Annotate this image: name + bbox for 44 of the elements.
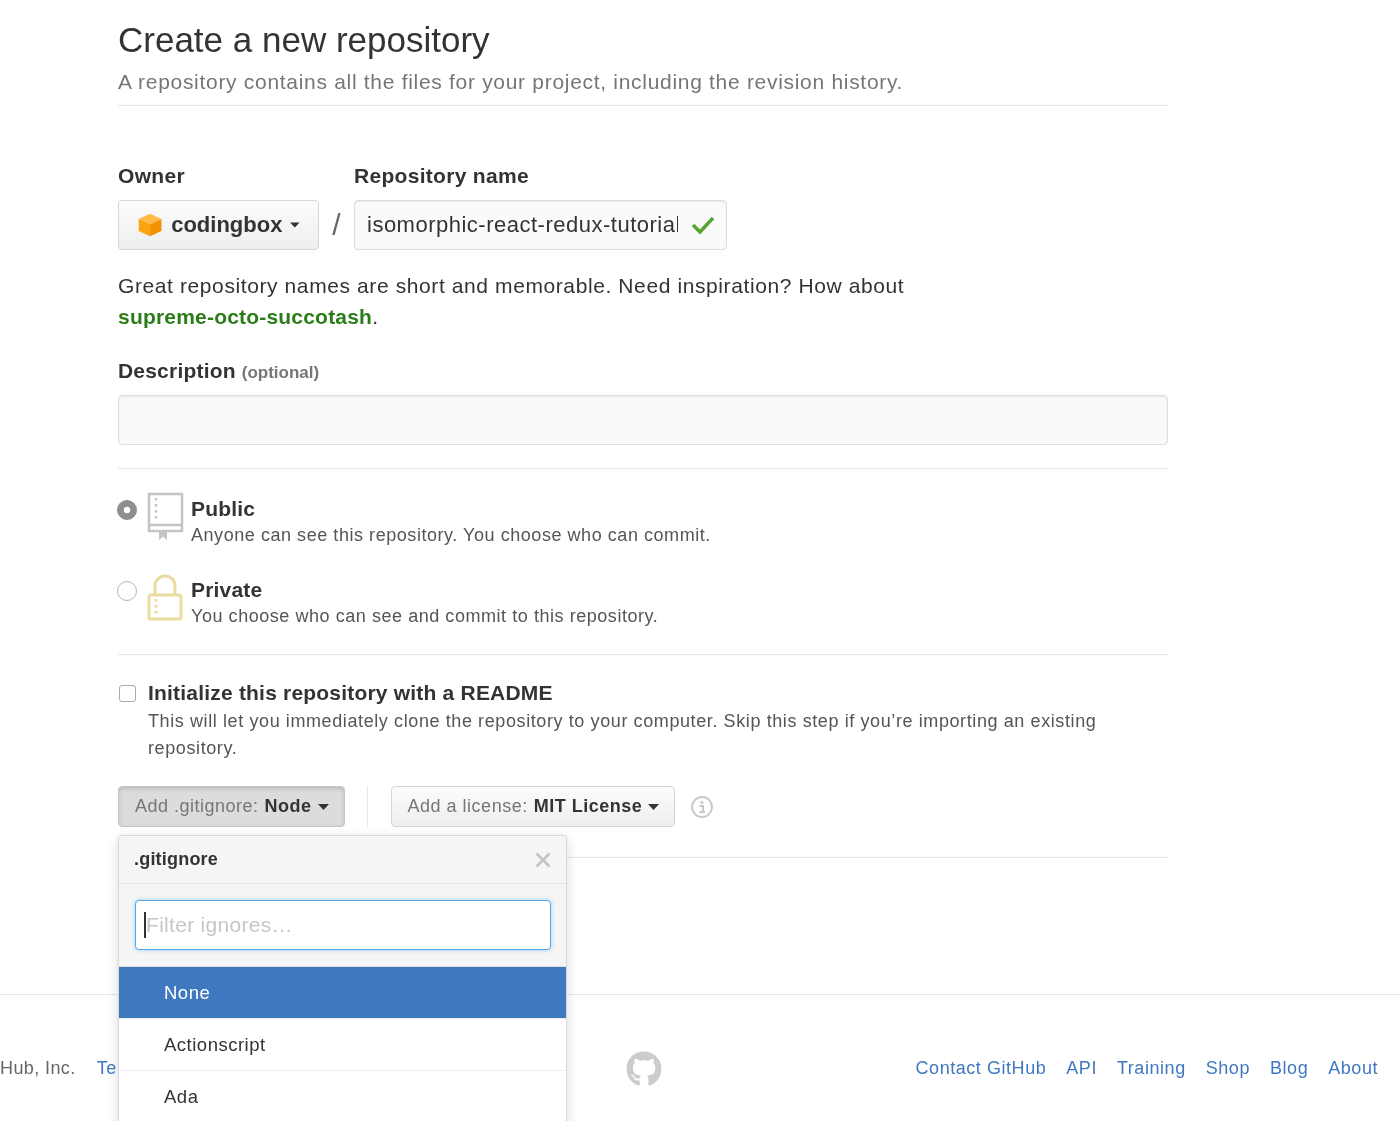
option-title: Private — [191, 577, 263, 603]
filter-field[interactable]: Filter ignores… — [135, 900, 551, 950]
book-icon — [147, 492, 184, 540]
menu-item[interactable]: Ada — [119, 1071, 566, 1121]
info-icon[interactable] — [691, 795, 714, 818]
option-title: Public — [191, 496, 256, 522]
radio-button[interactable] — [117, 581, 137, 601]
readme-label: Initialize this repository with a README — [148, 680, 553, 706]
name-hint-text: Great repository names are short and memorable. Need inspiration? How about supreme-octo-succotash. — [118, 273, 906, 330]
repository-name-label: Repository name — [354, 163, 529, 189]
caret-icon — [317, 803, 329, 810]
menu-item[interactable]: None — [119, 967, 566, 1019]
lock-icon — [147, 573, 183, 621]
caret-icon — [648, 803, 660, 810]
footer-link[interactable]: About — [1328, 1058, 1378, 1079]
copyright-text: Hub, Inc. — [0, 1058, 76, 1079]
page-title: Create a new repository — [118, 19, 491, 61]
footer-link[interactable]: Shop — [1205, 1058, 1250, 1079]
description-label: Description — [118, 358, 236, 384]
footer-link[interactable]: Blog — [1269, 1058, 1309, 1079]
caret-icon — [290, 222, 300, 228]
readme-description: This will let you immediately clone the repository to your computer. Skip this step if you’re importing an existing repository. — [148, 710, 1098, 760]
suggestion-link[interactable]: supreme-octo-succotash — [118, 305, 373, 328]
page-subtitle: A repository contains all the files for your project, including the revision history. — [118, 69, 905, 95]
footer-link[interactable]: Contact GitHub — [915, 1058, 1047, 1079]
license-button[interactable]: Add a license: MIT License — [390, 786, 676, 827]
radio-button[interactable] — [117, 500, 137, 520]
text-cursor-icon — [144, 912, 146, 938]
cat-logo-icon[interactable] — [626, 1050, 662, 1087]
owner-label: Owner — [118, 163, 185, 189]
slash-separator: / — [331, 207, 342, 243]
readme-checkbox[interactable] — [119, 685, 136, 702]
close-icon[interactable] — [535, 851, 551, 868]
gitignore-button[interactable]: Add .gitignore: Node — [118, 786, 345, 827]
description-field[interactable] — [118, 395, 1168, 445]
option-description: You choose who can see and commit to this repository. — [191, 605, 659, 628]
footer-link[interactable]: API — [1066, 1058, 1097, 1079]
option-description: Anyone can see this repository. You choose who can commit. — [191, 524, 711, 547]
menu-title: .gitignore — [134, 849, 218, 870]
optional-note: (optional) — [241, 363, 320, 383]
footer-link[interactable]: Training — [1116, 1058, 1186, 1079]
owner-button[interactable]: codingbox — [118, 200, 319, 250]
footer-link[interactable]: Te — [96, 1058, 117, 1079]
menu-item[interactable]: Actionscript — [119, 1019, 566, 1071]
